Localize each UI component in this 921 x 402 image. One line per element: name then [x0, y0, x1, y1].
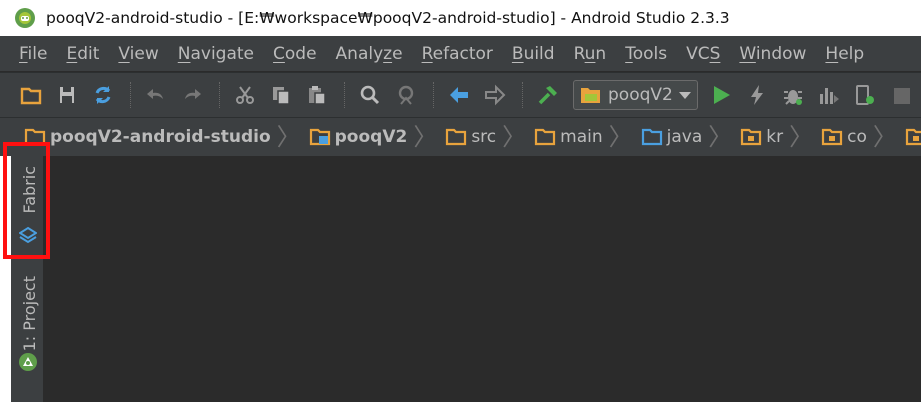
editor-area[interactable] — [44, 156, 921, 402]
source-folder-icon — [641, 128, 662, 146]
breadcrumb-java[interactable]: java — [641, 127, 702, 147]
package-icon — [741, 128, 762, 146]
copy-icon[interactable] — [270, 83, 292, 107]
menu-code[interactable]: Code — [261, 44, 324, 64]
breadcrumb-separator: 〉 — [413, 123, 438, 151]
back-icon[interactable] — [448, 83, 470, 107]
breadcrumb-module[interactable]: pooqV2 — [309, 127, 407, 147]
highlight-annotation-box — [3, 142, 50, 259]
breadcrumb-kr[interactable]: kr — [740, 127, 783, 147]
breadcrumb-separator: 〉 — [276, 123, 301, 151]
menu-vcs[interactable]: VCS — [674, 44, 727, 64]
main-toolbar: pooqV2 — [0, 72, 921, 118]
find-icon[interactable] — [359, 83, 381, 107]
toolbar-separator — [344, 82, 345, 108]
breadcrumb-separator: 〉 — [608, 123, 633, 151]
cut-icon[interactable] — [234, 83, 256, 107]
package-icon — [821, 128, 843, 146]
debug-icon[interactable] — [782, 83, 804, 107]
breadcrumb-captv[interactable]: captv — [905, 127, 921, 147]
chevron-down-icon — [678, 91, 691, 99]
toolbar-separator — [219, 82, 220, 108]
android-studio-icon — [15, 8, 35, 28]
menu-edit[interactable]: Edit — [54, 44, 106, 64]
breadcrumb-separator: 〉 — [502, 123, 527, 151]
open-folder-icon[interactable] — [20, 83, 42, 107]
menu-tools[interactable]: Tools — [613, 44, 674, 64]
navigation-bar: pooqV2-android-studio 〉 pooqV2 〉 src 〉 m… — [0, 118, 921, 156]
breadcrumb-separator: 〉 — [708, 123, 733, 151]
toolbar-separator — [433, 82, 434, 108]
run-icon[interactable] — [710, 83, 732, 107]
run-configuration-label: pooqV2 — [608, 85, 673, 105]
menu-file[interactable]: File — [6, 44, 54, 64]
folder-icon — [535, 128, 556, 146]
window-title: pooqV2-android-studio - [E:₩workspace₩po… — [46, 9, 730, 27]
breadcrumb-co[interactable]: co — [821, 127, 867, 147]
undo-icon[interactable] — [145, 83, 167, 107]
window-title-bar: pooqV2-android-studio - [E:₩workspace₩po… — [0, 0, 921, 36]
breadcrumb-separator: 〉 — [789, 123, 814, 151]
package-icon — [905, 128, 921, 146]
stop-icon[interactable] — [890, 83, 912, 107]
menu-run[interactable]: Run — [562, 44, 614, 64]
profile-icon[interactable] — [818, 83, 840, 107]
module-folder-icon — [309, 128, 330, 146]
toolbar-separator — [522, 82, 523, 108]
menu-help[interactable]: Help — [813, 44, 871, 64]
menu-view[interactable]: View — [106, 44, 165, 64]
make-project-hammer-icon[interactable] — [537, 83, 559, 107]
save-all-icon[interactable] — [56, 83, 78, 107]
menu-build[interactable]: Build — [500, 44, 562, 64]
menu-analyze[interactable]: Analyze — [324, 44, 410, 64]
replace-icon[interactable] — [395, 83, 417, 107]
redo-icon[interactable] — [181, 83, 203, 107]
breadcrumb-src[interactable]: src — [445, 127, 496, 147]
sync-icon[interactable] — [92, 83, 114, 107]
breadcrumb-main[interactable]: main — [534, 127, 603, 147]
menu-refactor[interactable]: Refactor — [410, 44, 500, 64]
paste-icon[interactable] — [306, 83, 328, 107]
attach-debugger-icon[interactable] — [854, 83, 876, 107]
menu-bar: File Edit View Navigate Code Analyze Ref… — [0, 36, 921, 71]
apply-changes-icon[interactable] — [746, 83, 768, 107]
android-icon — [19, 353, 37, 371]
toolbar-separator — [130, 82, 131, 108]
menu-navigate[interactable]: Navigate — [166, 44, 261, 64]
menu-window[interactable]: Window — [727, 44, 813, 64]
breadcrumb-project[interactable]: pooqV2-android-studio — [24, 127, 271, 147]
tool-tab-project-label: 1: Project — [20, 276, 39, 352]
folder-icon — [446, 128, 467, 146]
tool-tab-project[interactable]: 1: Project — [11, 272, 44, 382]
run-configuration-dropdown[interactable]: pooqV2 — [573, 80, 698, 110]
forward-icon[interactable] — [484, 83, 506, 107]
android-module-icon — [581, 88, 600, 103]
breadcrumb-separator: 〉 — [872, 123, 897, 151]
